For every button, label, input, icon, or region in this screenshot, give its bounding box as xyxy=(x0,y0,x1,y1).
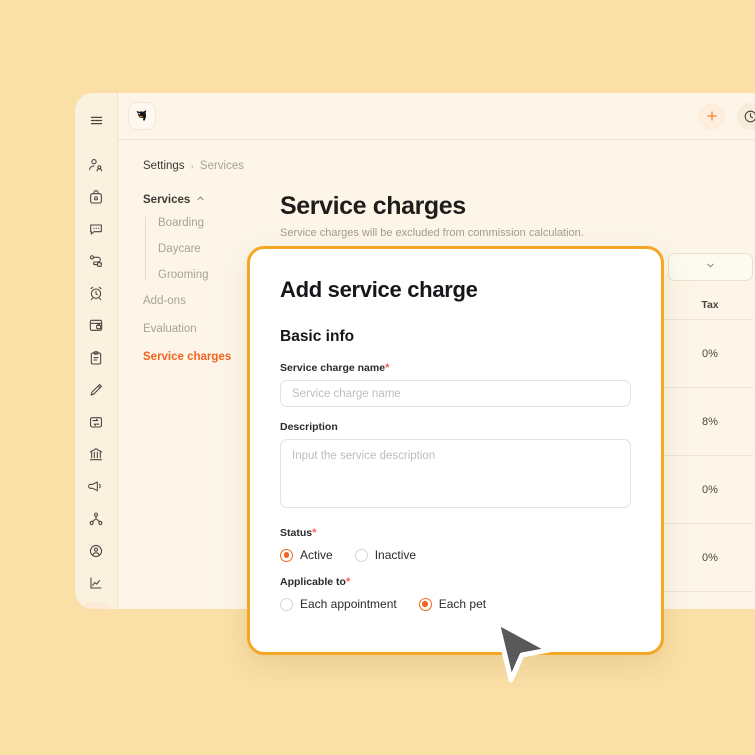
radio-indicator[interactable] xyxy=(280,597,293,611)
radio-label: Active xyxy=(300,548,333,562)
field-description: Description xyxy=(280,421,631,513)
table-cell-tax: 0% xyxy=(702,551,718,564)
history-button[interactable] xyxy=(737,102,755,130)
field-applicable-to: Applicable to* Each appointment Each pet xyxy=(280,576,631,611)
sidebar-item-grooming[interactable]: Grooming xyxy=(158,269,247,281)
sidebar-item-evaluation[interactable]: Evaluation xyxy=(143,323,247,335)
label-applicable-to: Applicable to* xyxy=(280,576,631,588)
subnav-group-label: Services xyxy=(143,194,191,206)
primary-icon-rail xyxy=(75,93,118,609)
breadcrumb-current: Services xyxy=(199,160,245,172)
sidebar-item-boarding[interactable]: Boarding xyxy=(158,217,247,229)
applicable-option-each-appointment[interactable]: Each appointment xyxy=(280,597,397,611)
table-cell-tax: 0% xyxy=(702,483,718,496)
label-text: Service charge name xyxy=(280,362,386,374)
pencil-icon[interactable] xyxy=(83,376,110,403)
radio-label: Inactive xyxy=(374,548,417,562)
settings-subnav: Services Boarding Daycare Grooming Add-o… xyxy=(143,192,247,592)
status-radio-group: Active Inactive xyxy=(280,548,631,562)
modal-title: Add service charge xyxy=(280,277,478,302)
repeat-calendar-icon[interactable] xyxy=(83,409,110,436)
pet-bag-icon[interactable] xyxy=(83,183,110,210)
add-service-charge-modal: Add service charge Basic info Service ch… xyxy=(247,246,664,655)
calendar-lock-icon[interactable] xyxy=(83,312,110,339)
menu-icon[interactable] xyxy=(83,107,110,134)
radio-label: Each pet xyxy=(438,597,487,611)
dog-head-logo[interactable] xyxy=(128,102,156,130)
subnav-group-services[interactable]: Services xyxy=(143,194,247,206)
field-service-charge-name: Service charge name* xyxy=(280,362,631,407)
subnav-children: Boarding Daycare Grooming xyxy=(145,217,247,281)
status-option-active[interactable]: Active xyxy=(280,548,333,562)
chevron-right-icon: › xyxy=(190,160,194,172)
breadcrumb: Settings › Services xyxy=(143,160,755,172)
clipboard-icon[interactable] xyxy=(83,344,110,371)
table-cell-tax: 0% xyxy=(702,347,718,360)
label-text: Status xyxy=(280,527,313,539)
radio-indicator[interactable] xyxy=(418,597,432,611)
breadcrumb-root[interactable]: Settings xyxy=(143,160,185,172)
messages-icon[interactable] xyxy=(83,215,110,242)
bank-icon[interactable] xyxy=(83,441,110,468)
table-header-tax: Tax xyxy=(701,299,719,311)
page-subtitle: Service charges will be excluded from co… xyxy=(280,227,584,239)
required-marker: * xyxy=(385,362,390,374)
sidebar-item-service-charges[interactable]: Service charges xyxy=(143,351,247,363)
description-textarea[interactable] xyxy=(280,439,631,508)
chart-icon[interactable] xyxy=(83,569,110,596)
hierarchy-icon[interactable] xyxy=(83,505,110,532)
status-option-inactive[interactable]: Inactive xyxy=(354,548,417,562)
user-heart-icon[interactable] xyxy=(83,537,110,564)
add-button[interactable] xyxy=(698,102,725,130)
applicable-option-each-pet[interactable]: Each pet xyxy=(418,597,487,611)
label-status: Status* xyxy=(280,527,631,539)
sidebar-item-daycare[interactable]: Daycare xyxy=(158,243,247,255)
alarm-icon[interactable] xyxy=(83,280,110,307)
radio-label: Each appointment xyxy=(300,597,397,611)
field-status: Status* Active Inactive xyxy=(280,527,631,562)
label-description: Description xyxy=(280,421,338,433)
chevron-down-icon xyxy=(705,258,716,276)
required-marker: * xyxy=(345,576,351,588)
chevron-up-icon[interactable] xyxy=(196,194,205,206)
sidebar-item-add-ons[interactable]: Add-ons xyxy=(143,295,247,307)
table-cell-tax: 8% xyxy=(702,415,718,428)
label-service-charge-name: Service charge name* xyxy=(280,362,631,374)
required-marker: * xyxy=(312,527,317,539)
section-title-basic-info: Basic info xyxy=(280,328,355,345)
service-charge-name-input[interactable] xyxy=(280,380,631,407)
label-text: Applicable to xyxy=(280,576,346,588)
app-header xyxy=(118,93,755,140)
clients-icon[interactable] xyxy=(83,151,110,178)
gear-icon[interactable] xyxy=(82,601,110,609)
megaphone-icon[interactable] xyxy=(83,473,110,500)
filter-dropdown[interactable] xyxy=(668,253,753,281)
workflow-icon[interactable] xyxy=(83,248,110,275)
applicable-to-radio-group: Each appointment Each pet xyxy=(280,597,631,611)
radio-indicator[interactable] xyxy=(280,548,293,562)
page-title: Service charges xyxy=(280,192,466,220)
radio-indicator[interactable] xyxy=(354,548,368,562)
